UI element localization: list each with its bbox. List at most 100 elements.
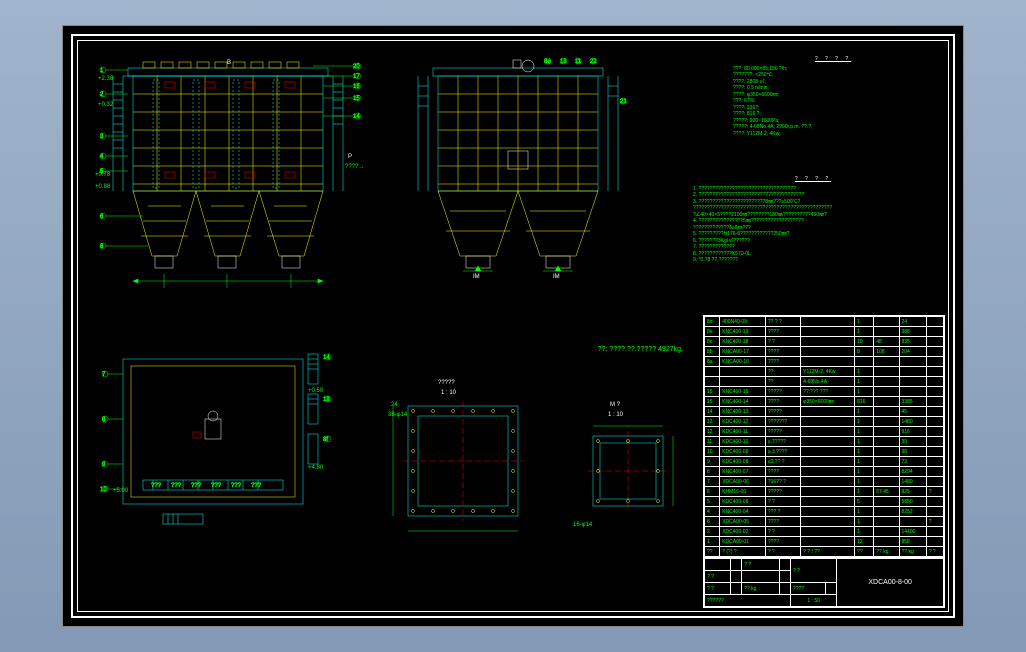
table-cell: ? ? bbox=[926, 547, 943, 557]
table-cell: KNC400-19 bbox=[720, 327, 766, 337]
table-row[interactable]: 8KNC400-07????18294 bbox=[705, 467, 944, 477]
table-row[interactable]: 11KDC400-10≥.?????139 bbox=[705, 437, 944, 447]
table-cell bbox=[874, 357, 899, 367]
table-row[interactable]: ??? (?) ?? ?? ? / ?????? kg?? kg? ? bbox=[705, 547, 944, 557]
table-cell bbox=[926, 397, 943, 407]
table-cell: 57.45 bbox=[874, 487, 899, 497]
table-cell: ???? bbox=[765, 397, 800, 407]
table-cell bbox=[801, 437, 855, 447]
detail-view-1[interactable]: ????? 1 : 10 24 38-φ14 bbox=[383, 376, 543, 556]
table-cell: 6 bbox=[705, 487, 720, 497]
table-cell bbox=[874, 377, 899, 387]
table-cell bbox=[874, 367, 899, 377]
table-cell: ??.??? ??? bbox=[801, 387, 855, 397]
table-cell: ??????? bbox=[765, 417, 800, 427]
table-cell bbox=[874, 537, 899, 547]
table-row[interactable]: ??4-68No.4A1 bbox=[705, 377, 944, 387]
table-cell: 1 bbox=[855, 417, 874, 427]
table-cell bbox=[874, 437, 899, 447]
table-cell: KNC400-15 bbox=[720, 387, 766, 397]
table-cell: 45 bbox=[899, 407, 926, 417]
table-cell: 5 bbox=[705, 497, 720, 507]
table-row[interactable]: 9KDC400-08≤3.?? ?173 bbox=[705, 457, 944, 467]
table-cell: 1 bbox=[855, 507, 874, 517]
table-cell bbox=[874, 407, 899, 417]
table-cell: ? ? bbox=[765, 497, 800, 507]
table-cell: ???? bbox=[765, 347, 800, 357]
table-row[interactable]: 8d400N40-09?? ? ?124 bbox=[705, 317, 944, 327]
table-cell bbox=[926, 347, 943, 357]
table-row[interactable]: 6KHM16-00?????157.45825? bbox=[705, 487, 944, 497]
table-cell bbox=[899, 387, 926, 397]
bolt-spec: 38-φ14 bbox=[388, 412, 408, 418]
table-cell: ≥.????? bbox=[765, 437, 800, 447]
table-row[interactable]: 13KDC400-12???????11480 bbox=[705, 417, 944, 427]
table-cell bbox=[801, 507, 855, 517]
table-row[interactable]: 5KDC400-05? ?55850 bbox=[705, 497, 944, 507]
table-cell bbox=[926, 407, 943, 417]
bom-table[interactable]: 8d400N40-09?? ? ?1248eKNC400-19????13888… bbox=[703, 315, 945, 608]
table-row[interactable]: 8aKNCA00-16???? bbox=[705, 357, 944, 367]
table-cell: KDC400-05 bbox=[720, 497, 766, 507]
detail-view-2[interactable]: M ? 1 : 10 16-φ14 bbox=[568, 396, 688, 546]
table-row[interactable]: 8XDCA00-05????1? bbox=[705, 517, 944, 527]
table-cell: 1 bbox=[855, 467, 874, 477]
table-cell bbox=[874, 527, 899, 537]
table-row[interactable]: 8bKNCA00-17????8108204 bbox=[705, 347, 944, 357]
table-cell: ???? bbox=[765, 537, 800, 547]
table-cell: 1 bbox=[855, 427, 874, 437]
svg-text:???: ??? bbox=[191, 483, 202, 489]
table-cell: 916 bbox=[899, 427, 926, 437]
plan-view[interactable]: 7 8 9 10 14 18 8f +0.50 +4.80 +5.00 ????… bbox=[93, 344, 343, 564]
table-cell bbox=[899, 357, 926, 367]
table-cell: 1 bbox=[705, 537, 720, 547]
table-row[interactable]: 12KDC400-11?????1916 bbox=[705, 427, 944, 437]
table-row[interactable]: 14KNC400-13?????145 bbox=[705, 407, 944, 417]
cad-sheet[interactable]: 1 2 3 4 5 6 8 20 17 16 15 14 +2.38 +0.32… bbox=[62, 25, 964, 627]
table-cell: 8 bbox=[705, 467, 720, 477]
table-cell: ???? bbox=[765, 517, 800, 527]
table-row[interactable]: 16KNC400-15???????.??? ???1 bbox=[705, 387, 944, 397]
svg-text:14: 14 bbox=[353, 114, 360, 120]
detail-scale: 1 : 10 bbox=[441, 390, 457, 396]
table-cell: ? ? bbox=[765, 527, 800, 537]
table-row[interactable]: 8eKNC400-19????1388 bbox=[705, 327, 944, 337]
table-cell: ?? bbox=[765, 377, 800, 387]
svg-text:22: 22 bbox=[590, 59, 597, 65]
table-cell bbox=[926, 367, 943, 377]
table-row[interactable]: ??Y112M-2, 4Kw1 bbox=[705, 367, 944, 377]
table-cell bbox=[926, 437, 943, 447]
svg-text:???: ??? bbox=[151, 483, 162, 489]
table-cell: 1 bbox=[855, 327, 874, 337]
table-cell bbox=[899, 517, 926, 527]
table-cell: 5 bbox=[855, 497, 874, 507]
drawing-number: XDCA00-8-00 bbox=[837, 558, 944, 607]
table-cell: 14 bbox=[705, 407, 720, 417]
table-cell: 8 bbox=[705, 517, 720, 527]
table-row[interactable]: 10KDC400-09≥.3.????198 bbox=[705, 447, 944, 457]
table-cell: 1 bbox=[855, 387, 874, 397]
front-elevation-view[interactable]: 1 2 3 4 5 6 8 20 17 16 15 14 +2.38 +0.32… bbox=[93, 56, 373, 316]
table-cell: ?16?? ? bbox=[765, 477, 800, 487]
side-elevation-view[interactable]: 8e 18 11 22 21 IM IM bbox=[408, 56, 638, 316]
svg-text:18: 18 bbox=[323, 397, 330, 403]
table-cell: 1 bbox=[855, 487, 874, 497]
table-cell bbox=[801, 467, 855, 477]
table-cell bbox=[801, 537, 855, 547]
parts-list[interactable]: 8d400N40-09?? ? ?1248eKNC400-19????13888… bbox=[704, 316, 944, 557]
params-title: ? ? ? ? bbox=[733, 56, 933, 63]
table-row[interactable]: 8cKNC400-18? ?1948835 bbox=[705, 337, 944, 347]
table-cell: KNC400-18 bbox=[720, 337, 766, 347]
table-cell bbox=[874, 397, 899, 407]
table-row[interactable]: 4KNC400-04??? ?18252 bbox=[705, 507, 944, 517]
table-row[interactable]: 15KNC400-14????φ350×6600㎜8163385 bbox=[705, 397, 944, 407]
table-row[interactable]: 7XDCA00-06?16?? ?11480 bbox=[705, 477, 944, 487]
table-cell: 108 bbox=[874, 347, 899, 357]
table-row[interactable]: 1KDCA00-01????12858 bbox=[705, 537, 944, 547]
table-cell bbox=[801, 487, 855, 497]
table-row[interactable]: 2XDC400-02? ?114400 bbox=[705, 527, 944, 537]
table-cell: XDCA00-06 bbox=[720, 477, 766, 487]
table-cell: 400N40-09 bbox=[720, 317, 766, 327]
table-cell: KNC400-13 bbox=[720, 407, 766, 417]
table-cell: ???? bbox=[765, 327, 800, 337]
